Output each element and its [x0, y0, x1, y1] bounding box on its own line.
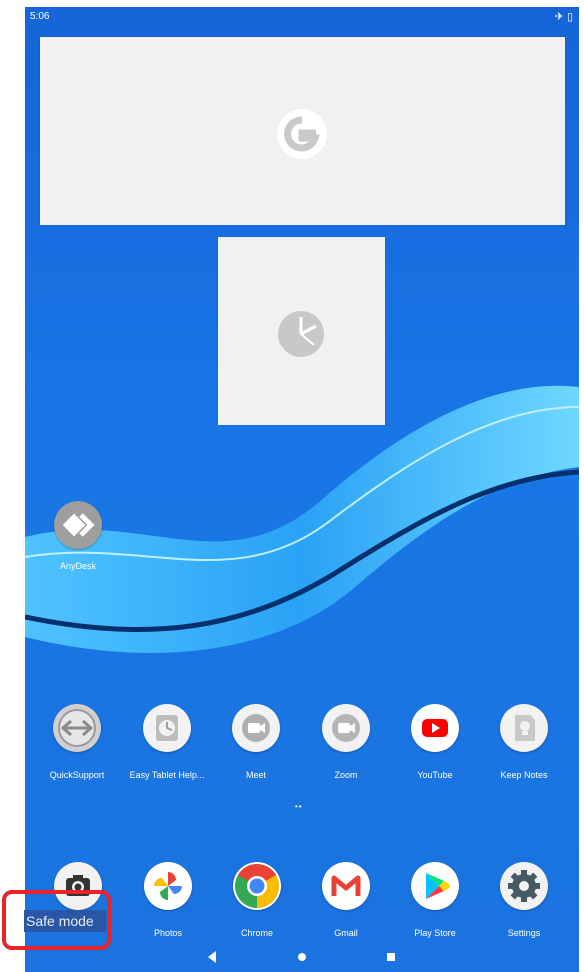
settings-icon	[508, 870, 540, 902]
safe-mode-highlight	[2, 890, 111, 950]
page-indicator: ••	[295, 802, 303, 811]
battery-icon: ▯	[566, 11, 573, 23]
youtube-label: YouTube	[417, 770, 453, 780]
back-icon[interactable]	[201, 946, 223, 968]
gmail-app[interactable]	[322, 862, 370, 910]
anydesk-label: AnyDesk	[59, 561, 96, 571]
keep-notes-icon	[515, 715, 535, 741]
keep-notes-app[interactable]	[500, 704, 548, 752]
meet-icon	[242, 714, 270, 742]
zoom-app[interactable]	[322, 704, 370, 752]
status-icons: ✈ ▯	[555, 10, 573, 23]
chrome-app[interactable]	[233, 862, 281, 910]
home-icon[interactable]	[291, 946, 313, 968]
home-screen: 5:06 ✈ ▯ AnyDesk QuickSupport Easy Table…	[25, 7, 579, 972]
easy-tablet-help-app[interactable]	[143, 704, 191, 752]
quicksupport-app[interactable]	[53, 704, 101, 752]
photos-label: Photos	[153, 928, 183, 938]
photos-app[interactable]	[144, 862, 192, 910]
youtube-app[interactable]	[411, 704, 459, 752]
clock-icon	[276, 309, 326, 359]
photos-icon	[154, 872, 182, 900]
chrome-label: Chrome	[240, 928, 273, 938]
zoom-label: Zoom	[334, 770, 358, 780]
play-store-label: Play Store	[414, 928, 456, 938]
play-store-app[interactable]	[411, 862, 459, 910]
wallpaper-wave	[25, 385, 579, 653]
chrome-icon	[235, 864, 279, 908]
gmail-label: Gmail	[334, 928, 358, 938]
gmail-icon	[331, 875, 361, 896]
settings-label: Settings	[507, 928, 541, 938]
play-store-icon	[426, 873, 450, 899]
meet-app[interactable]	[232, 704, 280, 752]
settings-app[interactable]	[500, 862, 548, 910]
airplane-icon: ✈	[554, 11, 564, 23]
keep-notes-label: Keep Notes	[500, 770, 548, 780]
zoom-icon	[332, 714, 360, 742]
anydesk-app[interactable]	[54, 501, 102, 549]
google-search-widget[interactable]	[40, 37, 565, 225]
google-g-icon	[277, 109, 327, 159]
meet-label: Meet	[245, 770, 266, 780]
youtube-icon	[422, 719, 448, 737]
quicksupport-icon	[58, 709, 96, 747]
quicksupport-label: QuickSupport	[49, 770, 105, 780]
easy-tablet-help-label: Easy Tablet Help...	[129, 770, 205, 780]
anydesk-icon	[62, 513, 95, 537]
recents-icon[interactable]	[380, 946, 402, 968]
status-bar: 5:06 ✈ ▯	[25, 7, 579, 29]
easy-tablet-help-icon	[156, 715, 178, 741]
status-time: 5:06	[30, 11, 50, 22]
